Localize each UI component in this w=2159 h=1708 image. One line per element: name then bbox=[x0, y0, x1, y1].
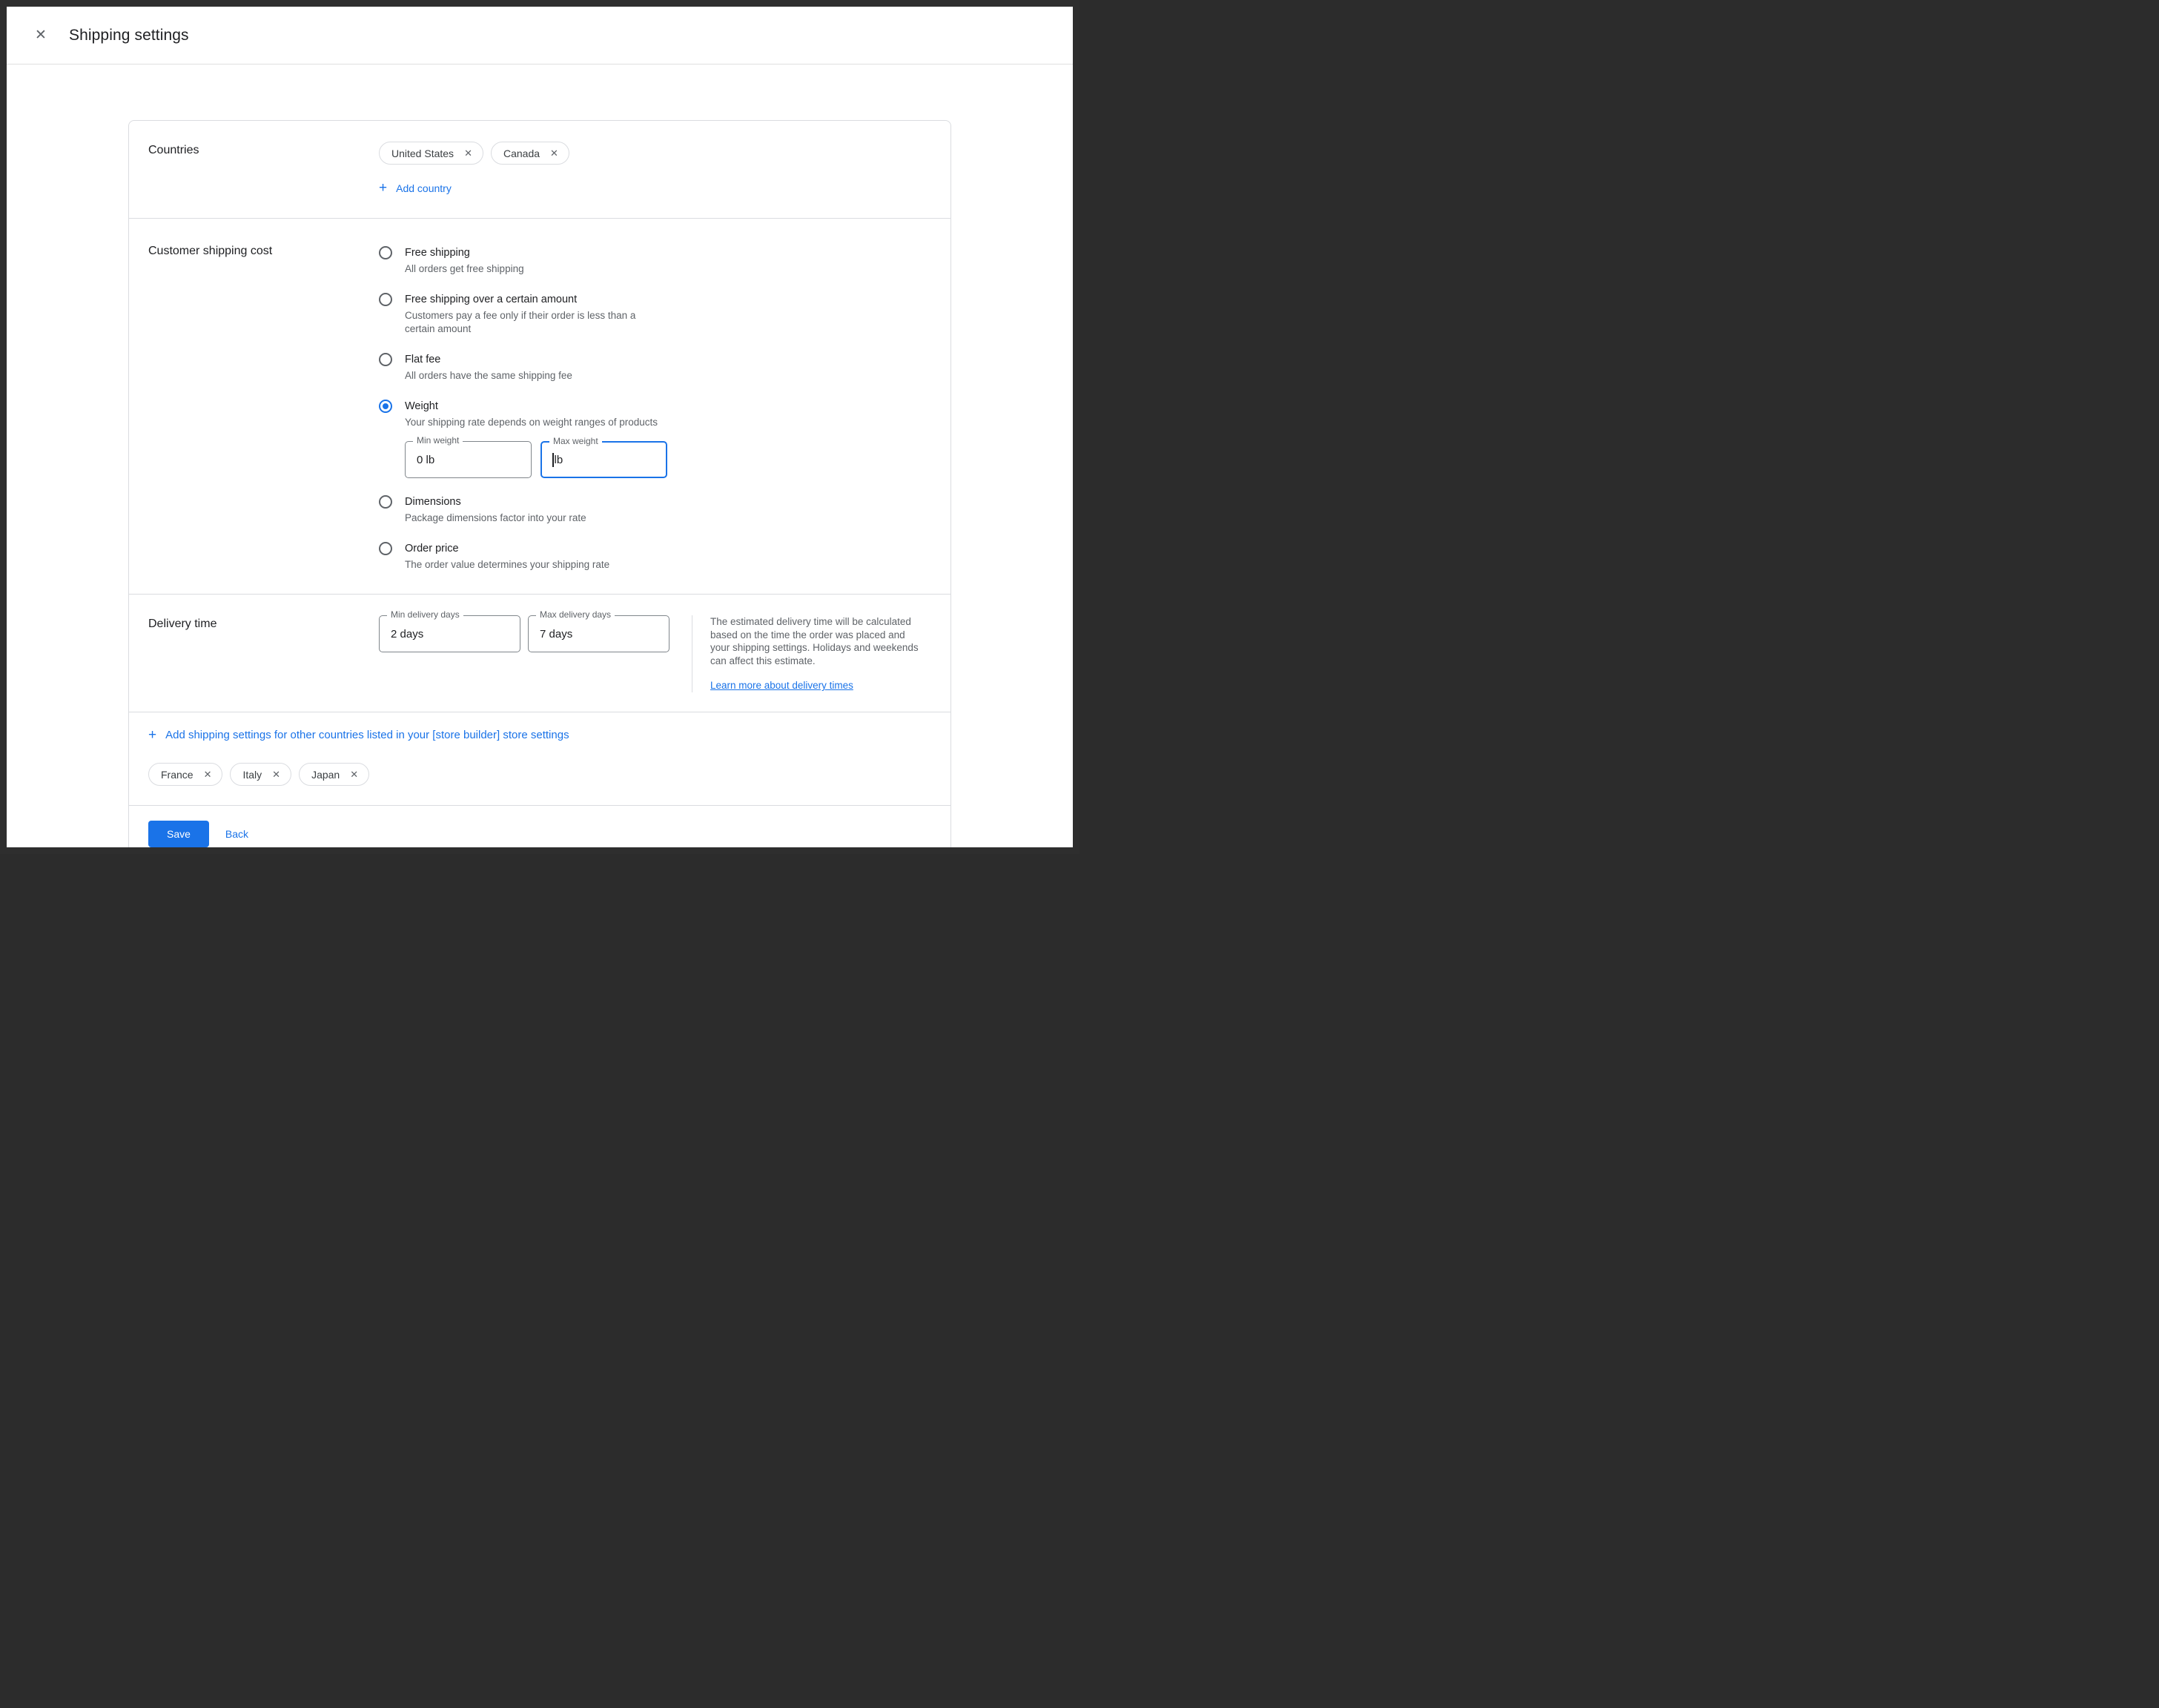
shipping-cost-section: Customer shipping cost Free shipping All… bbox=[129, 219, 950, 594]
add-country-button[interactable]: + Add country bbox=[379, 181, 452, 195]
option-title: Free shipping over a certain amount bbox=[405, 292, 649, 307]
delivery-note: The estimated delivery time will be calc… bbox=[692, 615, 925, 692]
option-dimensions[interactable]: Dimensions Package dimensions factor int… bbox=[379, 494, 667, 525]
max-weight-field-label: Max weight bbox=[549, 436, 602, 446]
max-weight-value: lb bbox=[555, 454, 563, 466]
option-desc: Your shipping rate depends on weight ran… bbox=[405, 416, 667, 429]
delivery-content: Min delivery days 2 days Max delivery da… bbox=[379, 615, 925, 692]
option-desc: The order value determines your shipping… bbox=[405, 558, 609, 572]
page-content: Countries United States ✕ Canada ✕ + bbox=[7, 64, 1073, 854]
option-desc: All orders get free shipping bbox=[405, 262, 524, 276]
settings-card: Countries United States ✕ Canada ✕ + bbox=[128, 120, 951, 854]
country-chip-united-states: United States ✕ bbox=[379, 142, 483, 165]
chip-remove-icon[interactable]: ✕ bbox=[350, 769, 358, 779]
option-flat-fee[interactable]: Flat fee All orders have the same shippi… bbox=[379, 352, 667, 383]
option-title: Free shipping bbox=[405, 245, 524, 260]
option-title: Order price bbox=[405, 541, 609, 556]
add-other-countries-label: Add shipping settings for other countrie… bbox=[165, 729, 569, 741]
min-weight-field[interactable]: Min weight 0 lb bbox=[405, 441, 532, 478]
card-footer: Save Back bbox=[129, 806, 950, 854]
country-chip-france: France ✕ bbox=[148, 763, 222, 786]
add-country-label: Add country bbox=[396, 182, 452, 194]
chip-label: France bbox=[161, 769, 194, 781]
option-body: Weight Your shipping rate depends on wei… bbox=[405, 399, 667, 478]
page-title: Shipping settings bbox=[69, 27, 189, 44]
min-delivery-days-field[interactable]: Min delivery days 2 days bbox=[379, 615, 520, 652]
delivery-time-section: Delivery time Min delivery days 2 days M… bbox=[129, 595, 950, 712]
radio-weight[interactable] bbox=[379, 400, 392, 413]
country-chip-italy: Italy ✕ bbox=[230, 763, 291, 786]
radio-free-over-amount[interactable] bbox=[379, 293, 392, 306]
delivery-note-text: The estimated delivery time will be calc… bbox=[710, 615, 925, 667]
chip-remove-icon[interactable]: ✕ bbox=[204, 769, 212, 779]
country-chip-canada: Canada ✕ bbox=[491, 142, 569, 165]
min-weight-field-label: Min weight bbox=[413, 435, 463, 446]
country-chip-japan: Japan ✕ bbox=[299, 763, 369, 786]
option-body: Dimensions Package dimensions factor int… bbox=[405, 494, 586, 525]
option-body: Flat fee All orders have the same shippi… bbox=[405, 352, 572, 383]
countries-content: United States ✕ Canada ✕ + Add country bbox=[379, 142, 569, 196]
max-delivery-days-value: 7 days bbox=[540, 628, 572, 640]
close-icon[interactable]: ✕ bbox=[32, 27, 50, 44]
chip-label: United States bbox=[391, 148, 454, 159]
plus-icon: + bbox=[379, 181, 387, 195]
chip-remove-icon[interactable]: ✕ bbox=[272, 769, 280, 779]
chip-remove-icon[interactable]: ✕ bbox=[550, 148, 558, 158]
radio-flat-fee[interactable] bbox=[379, 353, 392, 366]
other-countries-section: + Add shipping settings for other countr… bbox=[129, 712, 950, 805]
radio-free-shipping[interactable] bbox=[379, 246, 392, 259]
save-button[interactable]: Save bbox=[148, 821, 209, 847]
max-weight-field[interactable]: Max weight lb bbox=[540, 441, 667, 478]
option-free-shipping[interactable]: Free shipping All orders get free shippi… bbox=[379, 245, 667, 276]
min-delivery-days-label: Min delivery days bbox=[387, 609, 463, 620]
text-cursor bbox=[552, 453, 554, 467]
weight-fields: Min weight 0 lb Max weight lb bbox=[405, 441, 667, 478]
countries-section: Countries United States ✕ Canada ✕ + bbox=[129, 121, 950, 218]
option-desc: Customers pay a fee only if their order … bbox=[405, 309, 649, 336]
chip-label: Italy bbox=[242, 769, 262, 781]
max-delivery-days-field[interactable]: Max delivery days 7 days bbox=[528, 615, 669, 652]
option-desc: All orders have the same shipping fee bbox=[405, 369, 572, 383]
delivery-time-label: Delivery time bbox=[148, 615, 379, 692]
shipping-settings-window: ✕ Shipping settings Countries United Sta… bbox=[0, 0, 1080, 854]
header-bar: ✕ Shipping settings bbox=[7, 7, 1073, 64]
radio-dimensions[interactable] bbox=[379, 495, 392, 509]
delivery-fields: Min delivery days 2 days Max delivery da… bbox=[379, 615, 669, 692]
countries-label: Countries bbox=[148, 142, 379, 196]
option-order-price[interactable]: Order price The order value determines y… bbox=[379, 541, 667, 572]
max-delivery-days-label: Max delivery days bbox=[536, 609, 615, 620]
other-country-chips: France ✕ Italy ✕ Japan ✕ bbox=[148, 763, 931, 786]
min-weight-value: 0 lb bbox=[417, 454, 434, 466]
option-title: Flat fee bbox=[405, 352, 572, 367]
shipping-cost-options: Free shipping All orders get free shippi… bbox=[379, 242, 667, 572]
radio-order-price[interactable] bbox=[379, 542, 392, 555]
option-body: Free shipping over a certain amount Cust… bbox=[405, 292, 649, 336]
option-body: Free shipping All orders get free shippi… bbox=[405, 245, 524, 276]
option-title: Dimensions bbox=[405, 494, 586, 509]
option-free-over-amount[interactable]: Free shipping over a certain amount Cust… bbox=[379, 292, 667, 336]
shipping-cost-label: Customer shipping cost bbox=[148, 242, 379, 572]
option-body: Order price The order value determines y… bbox=[405, 541, 609, 572]
chip-label: Japan bbox=[311, 769, 340, 781]
min-delivery-days-value: 2 days bbox=[391, 628, 423, 640]
learn-more-delivery-times-link[interactable]: Learn more about delivery times bbox=[710, 680, 853, 691]
option-desc: Package dimensions factor into your rate bbox=[405, 512, 586, 525]
option-weight[interactable]: Weight Your shipping rate depends on wei… bbox=[379, 399, 667, 478]
country-chips: United States ✕ Canada ✕ bbox=[379, 142, 569, 165]
chip-label: Canada bbox=[503, 148, 540, 159]
plus-icon: + bbox=[148, 728, 156, 742]
option-title: Weight bbox=[405, 399, 667, 414]
chip-remove-icon[interactable]: ✕ bbox=[464, 148, 472, 158]
add-other-countries-button[interactable]: + Add shipping settings for other countr… bbox=[148, 728, 569, 742]
back-button[interactable]: Back bbox=[225, 828, 248, 840]
